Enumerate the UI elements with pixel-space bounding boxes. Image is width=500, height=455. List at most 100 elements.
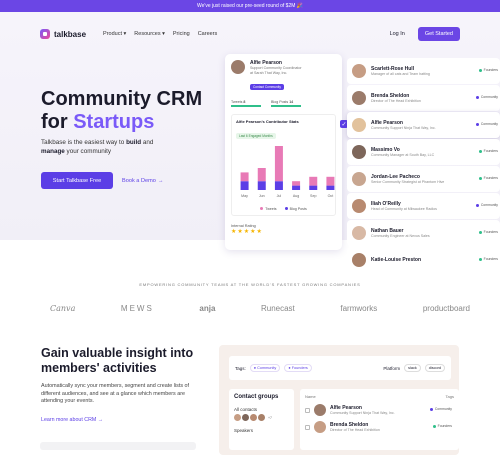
filter-bar: Tags: ● Community ● Founders Platform sl… (229, 356, 451, 380)
nav-item-resources[interactable]: Resources ▾ (134, 31, 165, 37)
bar-tweets (240, 172, 249, 182)
bar-tweets (257, 168, 266, 182)
bar-tweets (309, 176, 318, 186)
row-checkbox[interactable] (305, 407, 310, 413)
member-tag: Community (475, 203, 498, 207)
bar-tweets (326, 176, 335, 186)
list-item[interactable]: Alfie Pearson Community Support Ninja Tha… (347, 112, 500, 138)
member-subtitle: Community Support Ninja That Way, Inc. (371, 126, 436, 130)
x-tick-label: May (241, 194, 248, 198)
avatar (352, 253, 366, 267)
hero-subtitle: Talkbase is the easiest way to build and… (41, 139, 154, 155)
contributor-bar-chart: May Jun Jul Aug Sep Oct (240, 146, 335, 198)
profile-role: Support Community Coordinator at Sarah Th… (250, 66, 302, 75)
logo-runecast: Runecast (260, 303, 295, 313)
brand-logo[interactable]: talkbase (40, 29, 86, 39)
list-item[interactable]: Iliah O'Reilly Head of Community at Milwa… (347, 193, 500, 219)
contacts-table: Name Tags Alfie Pearson Community Support … (300, 389, 459, 450)
member-tag: Founders (478, 176, 498, 180)
contributor-chart-card: Alfie Pearson's Contributor Stats Last 6… (231, 114, 336, 217)
logo-productboard: productboard (422, 303, 470, 313)
group-speakers[interactable]: Speakers (234, 428, 289, 433)
platform-slack[interactable]: slack (404, 364, 421, 372)
bar-blog-posts (257, 181, 266, 191)
list-item[interactable]: Katie-Louise Preston Founders (347, 247, 500, 273)
list-item[interactable]: Jordan-Lee Pacheco Senior Community Strat… (347, 166, 500, 192)
legend-tweets: Tweets (260, 207, 277, 211)
contact-pill[interactable]: Contact Community (250, 84, 284, 91)
member-subtitle: Community Manager at South Bay, LLC (371, 153, 435, 157)
member-subtitle: Head of Community at Milwaukee Radios (371, 207, 437, 211)
row-checkbox[interactable] (305, 424, 310, 430)
star-rating: ★★★★★ (231, 229, 263, 236)
logo-farmworks: farmworks (340, 303, 378, 313)
member-tag: Founders (478, 257, 498, 261)
member-profile-card: Alfie Pearson Support Community Coordina… (225, 54, 342, 250)
avatar (352, 145, 366, 159)
member-subtitle: Community Engineer at Nexus Sales (371, 234, 430, 238)
bar-blog-posts (274, 181, 283, 191)
nav-menu: Product ▾ Resources ▾ Pricing Careers (103, 31, 217, 37)
banner-text: We've just raised our pre-seed round of … (196, 3, 304, 9)
member-tag: Founders (478, 149, 498, 153)
member-subtitle: Manager of all cats and Team hatting (371, 72, 430, 76)
get-started-button[interactable]: Get Started (417, 27, 460, 41)
platforms-label: Platform (383, 365, 401, 371)
member-list: Scarlett-Rose Hull Manager of all cats an… (347, 58, 500, 273)
logo-canva: Canva (50, 303, 76, 313)
nav-item-product[interactable]: Product ▾ (103, 31, 126, 37)
start-free-button[interactable]: Start Talkbase Free (41, 172, 113, 189)
chip-community[interactable]: ● Community (249, 364, 281, 372)
table-row[interactable]: Brenda Sheldon Director of The Head Exhib… (305, 421, 454, 433)
member-name: Katie-Louise Preston (371, 257, 422, 263)
insight-subtitle: Automatically sync your members, segment… (41, 383, 190, 405)
avatar (352, 199, 366, 213)
platform-discord[interactable]: discord (424, 364, 445, 372)
member-tag: Community (475, 122, 498, 126)
announcement-banner[interactable]: We've just raised our pre-seed round of … (0, 0, 500, 12)
avatar (352, 172, 366, 186)
x-tick-label: Jun (259, 194, 265, 198)
list-item[interactable]: Brenda Sheldon Director of The Head Exhib… (347, 85, 500, 111)
nav-item-careers[interactable]: Careers (198, 31, 218, 37)
chip-founders[interactable]: ● Founders (284, 364, 312, 372)
table-row[interactable]: Alfie Pearson Community Support Ninja Tha… (305, 404, 454, 416)
bar-tweets (274, 146, 283, 182)
member-tag: Founders (478, 68, 498, 72)
learn-more-crm-link[interactable]: Learn more about CRM → (41, 417, 103, 423)
x-tick-label: Jul (277, 194, 282, 198)
customer-logos: Canva MEWS anja Runecast farmworks produ… (50, 300, 470, 316)
legend-blog-posts: Blog Posts (284, 207, 307, 211)
hero-title-accent: Startups (73, 111, 155, 133)
avatar (352, 226, 366, 240)
chart-range-tag[interactable]: Last 6 Engaged Months (236, 133, 276, 140)
group-more-count: +7 (268, 415, 272, 420)
brand-name: talkbase (54, 29, 87, 39)
group-all-contacts[interactable]: All contacts (234, 407, 289, 412)
avatar (352, 64, 366, 78)
group-avatars: +7 (234, 414, 289, 421)
list-item[interactable]: Nathan Bauer Community Engineer at Nexus … (347, 220, 500, 246)
chart-title: Alfie Pearson's Contributor Stats (236, 119, 299, 125)
book-demo-link[interactable]: Book a Demo → (122, 172, 163, 189)
member-tag: Founders (478, 230, 498, 234)
avatar (352, 118, 366, 132)
avatar (352, 91, 366, 105)
bar-blog-posts (292, 185, 301, 191)
bar-blog-posts (326, 185, 335, 191)
nav-item-pricing[interactable]: Pricing (173, 31, 190, 37)
x-tick-label: Sep (310, 194, 316, 198)
list-item[interactable]: Massimo Vo Community Manager at South Bay… (347, 139, 500, 165)
member-subtitle: Senior Community Strategist at Phantom H… (371, 180, 445, 184)
login-link[interactable]: Log In (390, 31, 405, 37)
platform-filter: Platform slack discord (383, 364, 445, 372)
bar-blog-posts (309, 185, 318, 191)
arrow-right-icon: → (97, 417, 104, 423)
member-tag: Community (475, 95, 498, 99)
bar-blog-posts (240, 181, 249, 191)
logo-anja: anja (199, 303, 216, 313)
chart-legend: Tweets Blog Posts (236, 207, 331, 211)
contact-groups: Contact groups All contacts +7 Speakers (229, 389, 294, 450)
hero-title: Community CRM for Startups (41, 88, 203, 133)
list-item[interactable]: Scarlett-Rose Hull Manager of all cats an… (347, 58, 500, 84)
